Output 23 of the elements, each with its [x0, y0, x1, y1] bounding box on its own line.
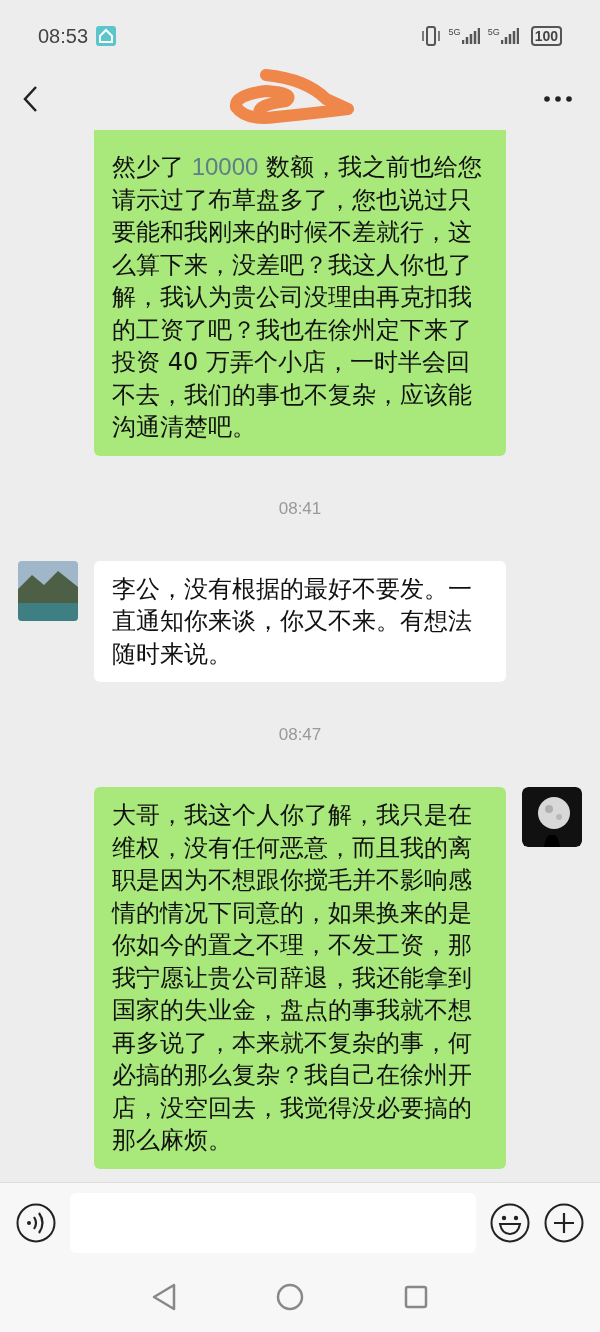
signal-icon: [461, 28, 480, 44]
back-icon[interactable]: [22, 85, 38, 113]
landscape-avatar-icon[interactable]: [18, 560, 78, 621]
emoji-icon[interactable]: [490, 1202, 530, 1243]
network-label: 5G: [448, 28, 461, 37]
signal-icon: [500, 28, 519, 44]
message-timestamp: 08:47: [278, 724, 322, 745]
nav-home-icon[interactable]: [276, 1283, 304, 1311]
home-app-icon: [96, 26, 117, 46]
voice-input-icon[interactable]: [16, 1202, 56, 1243]
vibrate-icon: [420, 25, 441, 47]
message-bubble: 大哥，我这个人你了解，我只是在维权，没有任何恶意，而且我的离职是因为不想跟你搅毛并不影响感情的情况下同意的，如果换来的是你如今的置之不理，不发工资，那我宁愿让贵公司辞退，我还能拿到国家的失业金，盘点的事我就不想再多说了，本来就不复杂的事，何必搞的那么复杂？我自己在徐州开店，没空回去，我觉得没必要搞的那么麻烦。: [94, 787, 506, 1169]
nav-recents-icon[interactable]: [404, 1285, 428, 1309]
battery-indicator: 100: [530, 26, 562, 46]
message-bubble: 李公，没有根据的最好不要发。一直通知你来谈，你又不来。有想法随时来说。: [94, 560, 506, 682]
network-label: 5G: [487, 28, 500, 37]
message-bubble: 然少了 10000 数额，我之前也给您请示过了布草盘多了，您也说过只要能和我刚来的时候不差就行，这么算下来，没差吧？我这人你也了解，我认为贵公司没理由再克扣我的工资了吧？我也在徐州定下来了投资 40 万弄个小店，一时半会回不去，我们的事也不复杂，应该能沟通清楚吧。: [94, 130, 506, 456]
moon-avatar-icon[interactable]: [522, 787, 582, 847]
add-icon[interactable]: [544, 1202, 584, 1243]
message-timestamp: 08:41: [278, 497, 322, 519]
status-time: 08:53: [38, 24, 89, 49]
nav-back-icon[interactable]: [152, 1283, 176, 1311]
more-options-icon[interactable]: [544, 96, 572, 102]
